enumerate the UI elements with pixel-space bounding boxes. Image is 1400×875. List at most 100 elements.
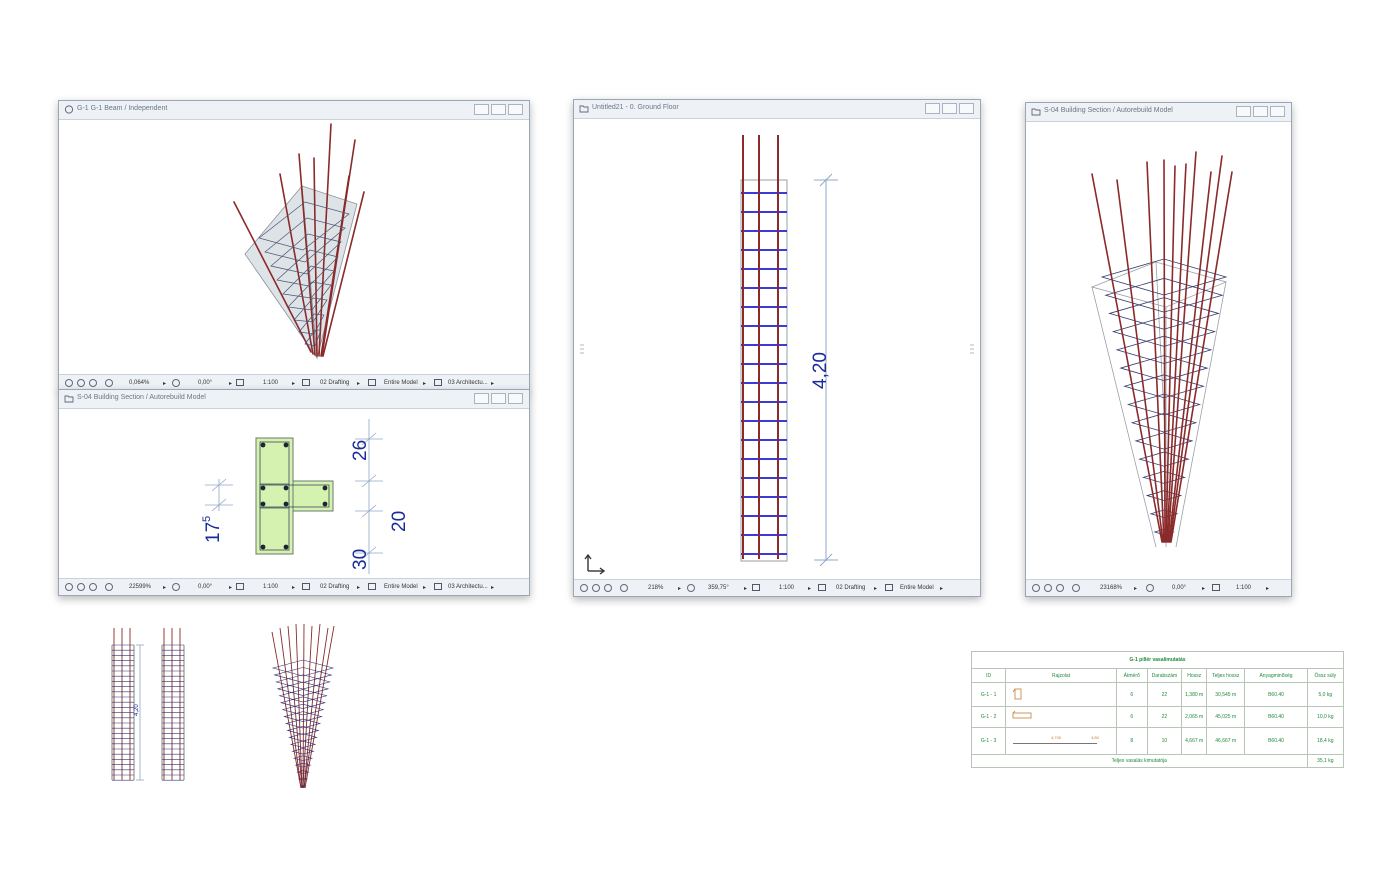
scroll-handle-left[interactable] xyxy=(580,344,584,354)
maximize-button[interactable] xyxy=(491,393,506,404)
minimize-button[interactable] xyxy=(474,104,489,115)
row-material: B60.40 xyxy=(1244,706,1308,728)
zoom-value[interactable]: 0,064% xyxy=(129,380,149,386)
chevron-right-icon[interactable]: ▸ xyxy=(163,380,166,387)
maximize-button[interactable] xyxy=(491,104,506,115)
structure-icon[interactable] xyxy=(434,379,442,386)
rotate-icon[interactable] xyxy=(172,379,180,387)
rotate-icon[interactable] xyxy=(172,583,180,591)
scale-value[interactable]: 1:100 xyxy=(263,380,278,386)
model-value[interactable]: Entire Model xyxy=(384,380,418,386)
plan-viewport[interactable]: 4,20 xyxy=(574,119,980,579)
chevron-right-icon[interactable]: ▸ xyxy=(678,585,681,592)
chevron-right-icon[interactable]: ▸ xyxy=(491,584,494,591)
model-icon[interactable] xyxy=(368,583,376,590)
rotate-icon[interactable] xyxy=(1146,584,1154,592)
undo-icon[interactable] xyxy=(65,379,73,387)
beam-3d-viewport[interactable] xyxy=(59,120,529,374)
maximize-button[interactable] xyxy=(1253,106,1268,117)
dim-left-superscript: 5 xyxy=(201,516,213,522)
layer-icon[interactable] xyxy=(302,583,310,590)
chevron-right-icon[interactable]: ▸ xyxy=(808,585,811,592)
close-button[interactable] xyxy=(508,393,523,404)
redo-icon[interactable] xyxy=(1044,584,1052,592)
maximize-button[interactable] xyxy=(942,103,957,114)
undo-icon[interactable] xyxy=(65,583,73,591)
chevron-right-icon[interactable]: ▸ xyxy=(229,380,232,387)
zoom-in-icon[interactable] xyxy=(89,583,97,591)
chevron-right-icon[interactable]: ▸ xyxy=(357,380,360,387)
chevron-right-icon[interactable]: ▸ xyxy=(229,584,232,591)
chevron-right-icon[interactable]: ▸ xyxy=(1266,585,1269,592)
angle-value[interactable]: 0,00° xyxy=(198,380,212,386)
layer-icon[interactable] xyxy=(302,379,310,386)
floor-plan-icon xyxy=(579,105,589,113)
layer-value[interactable]: 02 Drafting xyxy=(320,584,349,590)
chevron-right-icon[interactable]: ▸ xyxy=(1134,585,1137,592)
scale-value[interactable]: 1:100 xyxy=(779,585,794,591)
layer-icon[interactable] xyxy=(818,584,826,591)
redo-icon[interactable] xyxy=(77,583,85,591)
structure-icon[interactable] xyxy=(434,583,442,590)
angle-value[interactable]: 0,00° xyxy=(1172,585,1186,591)
zoom-icon[interactable] xyxy=(105,379,113,387)
scale-icon[interactable] xyxy=(1212,584,1220,591)
zoom-value[interactable]: 218% xyxy=(648,585,663,591)
redo-icon[interactable] xyxy=(592,584,600,592)
angle-value[interactable]: 359,75° xyxy=(708,585,729,591)
scale-value[interactable]: 1:100 xyxy=(263,584,278,590)
layer-value[interactable]: 02 Drafting xyxy=(320,380,349,386)
zoom-in-icon[interactable] xyxy=(89,379,97,387)
chevron-right-icon[interactable]: ▸ xyxy=(491,380,494,387)
zoom-icon[interactable] xyxy=(105,583,113,591)
zoom-in-icon[interactable] xyxy=(1056,584,1064,592)
undo-icon[interactable] xyxy=(1032,584,1040,592)
chevron-right-icon[interactable]: ▸ xyxy=(292,584,295,591)
zoom-icon[interactable] xyxy=(1072,584,1080,592)
close-button[interactable] xyxy=(1270,106,1285,117)
layer-value[interactable]: 02 Drafting xyxy=(836,585,865,591)
model-value[interactable]: Entire Model xyxy=(384,584,418,590)
title-bar[interactable]: Untitled21 - 0. Ground Floor xyxy=(574,100,980,119)
title-bar[interactable]: S-04 Building Section / Autorebuild Mode… xyxy=(59,390,529,409)
chevron-right-icon[interactable]: ▸ xyxy=(874,585,877,592)
minimize-button[interactable] xyxy=(1236,106,1251,117)
minimize-button[interactable] xyxy=(925,103,940,114)
model-icon[interactable] xyxy=(885,584,893,591)
redo-icon[interactable] xyxy=(77,379,85,387)
minimize-button[interactable] xyxy=(474,393,489,404)
chevron-right-icon[interactable]: ▸ xyxy=(163,584,166,591)
undo-icon[interactable] xyxy=(580,584,588,592)
title-bar[interactable]: S-04 Building Section / Autorebuild Mode… xyxy=(1026,103,1291,122)
rotate-icon[interactable] xyxy=(687,584,695,592)
dim-top-label: 26 xyxy=(350,440,371,461)
zoom-in-icon[interactable] xyxy=(604,584,612,592)
zoom-value[interactable]: 22599% xyxy=(129,584,151,590)
zoom-value[interactable]: 23168% xyxy=(1100,585,1122,591)
scale-icon[interactable] xyxy=(752,584,760,591)
chevron-right-icon[interactable]: ▸ xyxy=(744,585,747,592)
close-button[interactable] xyxy=(508,104,523,115)
scale-icon[interactable] xyxy=(236,379,244,386)
zoom-icon[interactable] xyxy=(620,584,628,592)
model-icon[interactable] xyxy=(368,379,376,386)
model-value[interactable]: Entire Model xyxy=(900,585,934,591)
structure-value[interactable]: 03 Architectu... xyxy=(448,584,488,590)
row-count: 22 xyxy=(1146,706,1183,728)
section-viewport[interactable]: 26 20 30 17 5 xyxy=(59,409,529,579)
chevron-right-icon[interactable]: ▸ xyxy=(292,380,295,387)
chevron-right-icon[interactable]: ▸ xyxy=(1202,585,1205,592)
title-bar[interactable]: G-1 G-1 Beam / Independent xyxy=(59,101,529,120)
straight-bar-icon xyxy=(1013,743,1098,744)
scroll-handle-right[interactable] xyxy=(970,344,974,354)
structure-value[interactable]: 03 Architectu... xyxy=(448,380,488,386)
angle-value[interactable]: 0,00° xyxy=(198,584,212,590)
scale-icon[interactable] xyxy=(236,583,244,590)
chevron-right-icon[interactable]: ▸ xyxy=(940,585,943,592)
close-button[interactable] xyxy=(959,103,974,114)
chevron-right-icon[interactable]: ▸ xyxy=(357,584,360,591)
scale-value[interactable]: 1:100 xyxy=(1236,585,1251,591)
chevron-right-icon[interactable]: ▸ xyxy=(423,584,426,591)
model-3d-viewport[interactable] xyxy=(1026,122,1291,578)
chevron-right-icon[interactable]: ▸ xyxy=(423,380,426,387)
